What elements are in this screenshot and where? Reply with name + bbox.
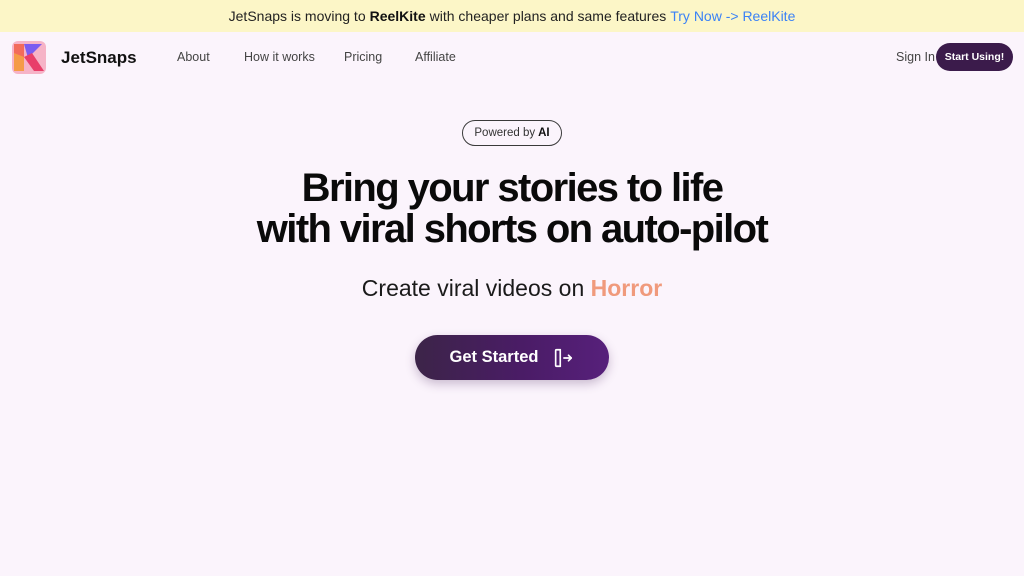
powered-by-badge: Powered by AI: [462, 120, 562, 146]
subtitle-accent-word: Horror: [590, 275, 663, 301]
powered-by-label: Powered by: [474, 127, 536, 139]
nav-link-how-it-works[interactable]: How it works: [244, 50, 315, 64]
powered-by-ai: AI: [538, 127, 550, 139]
subtitle-text: Create viral videos on: [361, 275, 585, 301]
k-logo-icon[interactable]: [12, 41, 46, 74]
brand-name[interactable]: JetSnaps: [61, 48, 137, 68]
get-started-button[interactable]: Get Started: [415, 335, 609, 380]
nav-link-pricing[interactable]: Pricing: [344, 50, 382, 64]
nav-link-affiliate[interactable]: Affiliate: [415, 50, 456, 64]
headline-line-1: Bring your stories to life: [301, 166, 724, 210]
banner-text-suffix: with cheaper plans and same features: [429, 8, 667, 24]
top-navigation: JetSnaps About How it works Pricing Affi…: [0, 32, 1024, 82]
log-in-arrow-icon: [555, 348, 573, 367]
sign-in-link[interactable]: Sign In: [896, 50, 935, 64]
start-using-button[interactable]: Start Using!: [936, 43, 1013, 71]
nav-link-about[interactable]: About: [177, 50, 210, 64]
hero-subtitle: Create viral videos on Horror: [0, 275, 1024, 302]
get-started-label: Get Started: [449, 348, 539, 366]
banner-text: JetSnaps is moving to: [228, 8, 366, 24]
headline-line-2: with viral shorts on auto-pilot: [256, 207, 769, 251]
banner-highlight: ReelKite: [369, 8, 426, 24]
banner-try-now-link[interactable]: Try Now -> ReelKite: [670, 8, 795, 24]
hero-headline: Bring your stories to life with viral sh…: [0, 168, 1024, 250]
announcement-banner: JetSnaps is moving to ReelKite with chea…: [0, 0, 1024, 32]
